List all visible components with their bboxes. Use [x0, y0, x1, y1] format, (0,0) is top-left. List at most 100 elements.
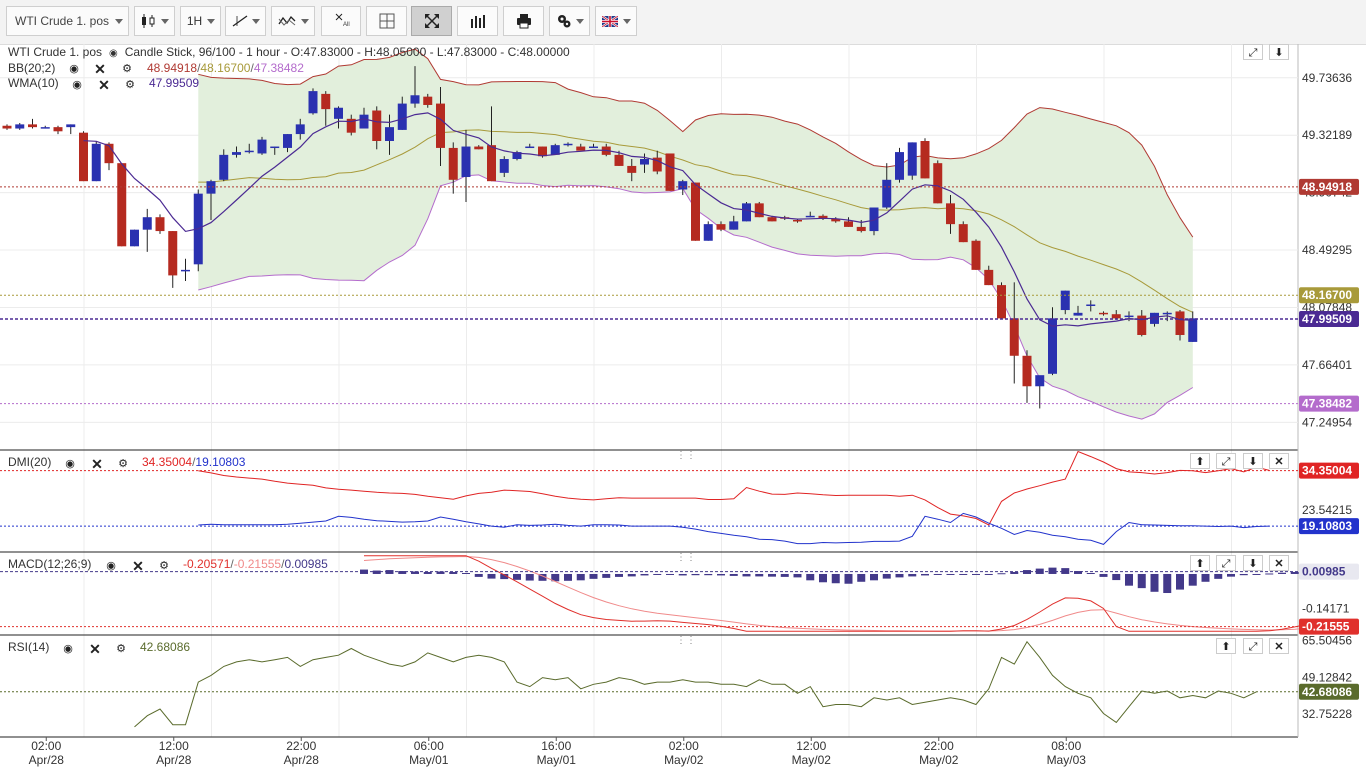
- symbol-select[interactable]: WTI Crude 1. pos: [6, 6, 129, 36]
- candle-body: [423, 96, 433, 105]
- arrow-up-icon[interactable]: ⬆: [1190, 555, 1210, 571]
- macd-histogram-bar: [933, 573, 942, 575]
- candle-body: [844, 221, 853, 227]
- close-icon[interactable]: ✕: [95, 78, 113, 92]
- fullscreen-button[interactable]: [411, 6, 452, 36]
- candle-body: [168, 231, 178, 276]
- candlestick-icon: [141, 14, 154, 28]
- language-select[interactable]: [595, 6, 637, 36]
- candle-body: [958, 224, 968, 243]
- candle-body: [79, 132, 88, 182]
- dmi-plus-line: [198, 450, 1270, 526]
- gear-icon[interactable]: ⚙: [155, 559, 173, 573]
- candle-body: [627, 165, 637, 173]
- candle-body: [181, 269, 190, 272]
- date-tick-label: May/01: [537, 753, 577, 767]
- eye-icon[interactable]: ◉: [65, 62, 83, 76]
- expand-icon: [424, 14, 439, 28]
- arrow-down-icon[interactable]: ⬇: [1269, 44, 1289, 60]
- candle-body: [1060, 290, 1070, 311]
- eye-icon[interactable]: ◉: [68, 78, 86, 92]
- macd-histogram-bar: [793, 573, 802, 578]
- candle-body: [563, 143, 573, 146]
- gear-icon[interactable]: ⚙: [118, 62, 136, 76]
- gear-icon[interactable]: ⚙: [114, 457, 132, 471]
- bb-upper-value: 48.94918: [147, 61, 198, 75]
- macd-histogram-bar: [449, 572, 458, 574]
- volume-button[interactable]: [457, 6, 498, 36]
- macd-histogram-bar: [653, 573, 662, 575]
- candle-body: [1111, 314, 1121, 319]
- close-icon[interactable]: ✕: [129, 559, 147, 573]
- candle-body: [805, 215, 815, 218]
- remove-all-button[interactable]: All: [321, 6, 361, 36]
- macd-histogram-bar: [1137, 573, 1146, 589]
- macd-histogram-bar: [474, 573, 483, 577]
- price-tag-label: 48.94918: [1302, 180, 1352, 194]
- date-tick-label: Apr/28: [29, 753, 65, 767]
- expand-panel-icon[interactable]: ⤢: [1216, 555, 1236, 571]
- gear-icon[interactable]: ⚙: [121, 78, 139, 92]
- candle-body: [1175, 311, 1185, 335]
- close-panel-icon[interactable]: ✕: [1269, 453, 1289, 469]
- macd-tick-label: -0.14171: [1302, 602, 1350, 616]
- dmi-value-tag-label: 34.35004: [1302, 464, 1352, 478]
- expand-panel-icon[interactable]: ⤢: [1216, 453, 1236, 469]
- macd-histogram-bar: [972, 573, 980, 575]
- close-panel-icon[interactable]: ✕: [1269, 555, 1289, 571]
- settings-select[interactable]: [549, 6, 590, 36]
- macd-histogram-bar: [895, 573, 904, 578]
- chevron-down-icon: [623, 19, 631, 24]
- macd-hist-value: 0.00985: [284, 557, 328, 571]
- chart-area[interactable]: ⋮⋮⋮⋮⋮⋮49.7363649.3218948.9074248.4929548…: [0, 44, 1366, 768]
- chevron-down-icon: [576, 19, 584, 24]
- eye-icon[interactable]: ◉: [102, 559, 120, 573]
- macd-histogram-bar: [755, 573, 764, 577]
- candle-body: [53, 127, 63, 132]
- timeframe-select[interactable]: 1H: [180, 6, 221, 36]
- arrow-down-icon[interactable]: ⬇: [1243, 555, 1263, 571]
- drawing-tools-select[interactable]: [225, 6, 266, 36]
- chevron-down-icon: [252, 19, 260, 24]
- close-icon[interactable]: ✕: [91, 62, 109, 76]
- macd-histogram-bar: [564, 573, 572, 581]
- close-icon[interactable]: ✕: [86, 642, 104, 656]
- price-tick-label: 49.32189: [1302, 128, 1352, 142]
- macd-histogram-bar: [1099, 573, 1108, 577]
- close-panel-icon[interactable]: ✕: [1269, 638, 1289, 654]
- time-tick-label: 02:00: [31, 739, 61, 753]
- expand-panel-icon[interactable]: ⤢: [1243, 638, 1263, 654]
- candle-body: [895, 152, 904, 180]
- print-button[interactable]: [503, 6, 544, 36]
- expand-panel-icon[interactable]: ⤢: [1243, 44, 1263, 60]
- date-tick-label: May/01: [409, 753, 449, 767]
- chart-type-select[interactable]: [134, 6, 175, 36]
- date-tick-label: May/03: [1047, 753, 1087, 767]
- trendline-icon: [232, 15, 247, 27]
- dmi-values: 34.35004/19.10803: [142, 455, 246, 469]
- rsi-value-tag-label: 42.68086: [1302, 685, 1352, 699]
- candle-body: [295, 124, 305, 135]
- eye-icon[interactable]: ◉: [105, 46, 121, 62]
- bar-chart-icon: [470, 15, 485, 28]
- legend-symbol: WTI Crude 1. pos: [8, 45, 103, 59]
- candle-body: [219, 154, 229, 180]
- arrow-up-icon[interactable]: ⬆: [1216, 638, 1236, 654]
- candle-body: [1022, 355, 1032, 387]
- eye-icon[interactable]: ◉: [61, 457, 79, 471]
- candle-body: [754, 203, 764, 218]
- eye-icon[interactable]: ◉: [59, 642, 77, 656]
- crosshair-button[interactable]: [366, 6, 407, 36]
- wma-value: 47.99509: [149, 76, 200, 90]
- wma-name: WMA(10): [8, 76, 59, 90]
- close-icon[interactable]: ✕: [88, 457, 106, 471]
- candle-body: [971, 240, 981, 270]
- arrow-down-icon[interactable]: ⬇: [1243, 453, 1263, 469]
- gear-icon[interactable]: ⚙: [112, 642, 130, 656]
- macd-histogram-bar: [691, 573, 700, 576]
- arrow-up-icon[interactable]: ⬆: [1190, 453, 1210, 469]
- symbol-select-label: WTI Crude 1. pos: [15, 14, 110, 28]
- indicators-select[interactable]: [271, 6, 315, 36]
- candle-body: [270, 146, 280, 149]
- price-tick-label: 47.24954: [1302, 415, 1352, 429]
